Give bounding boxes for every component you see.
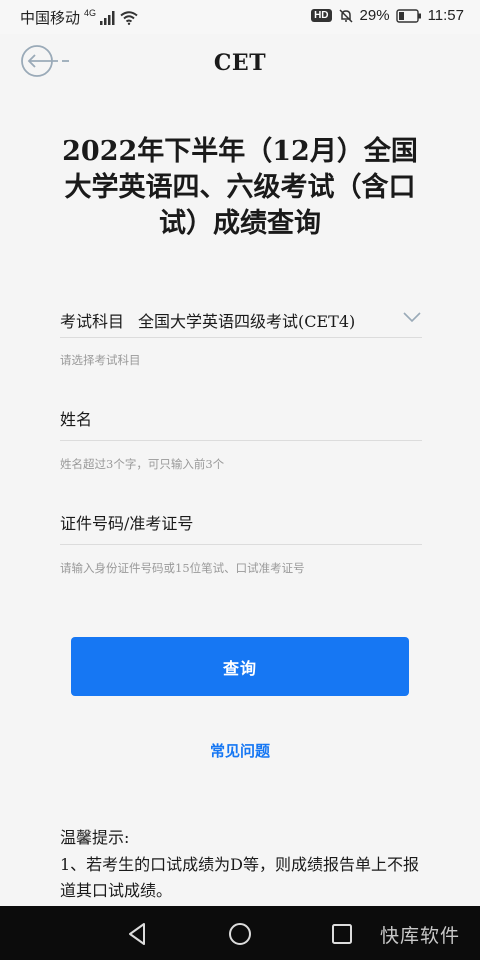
subject-hint: 请选择考试科目 (60, 353, 141, 367)
faq-link[interactable]: 常见问题 (0, 740, 480, 761)
nav-home-button[interactable] (226, 920, 254, 948)
chevron-down-icon (403, 312, 421, 323)
name-field[interactable]: 姓名 (60, 395, 422, 441)
header: CET (0, 34, 480, 92)
triangle-back-icon (129, 923, 145, 945)
page-title: CET (213, 50, 267, 76)
hd-badge: HD (311, 9, 332, 22)
name-label: 姓名 (60, 409, 93, 429)
tips-item: 1、若考生的口试成绩为D等，则成绩报告单上不报道其口试成绩。 (60, 855, 420, 900)
id-hint: 请输入身份证件号码或15位笔试、口试准考证号 (60, 561, 305, 575)
battery-percent: 29% (359, 7, 390, 24)
watermark: 快库软件 (379, 925, 460, 947)
circle-home-icon (229, 923, 251, 945)
nav-bar: 快库软件 (0, 906, 480, 960)
id-field[interactable]: 证件号码/准考证号 (60, 499, 422, 545)
wifi-icon (120, 10, 138, 25)
carrier-label: 中国移动 (20, 10, 81, 27)
network-type: 4G (84, 7, 97, 18)
subject-value: 全国大学英语四级考试(CET4) (138, 311, 356, 331)
status-bar: 中国移动 4G HD 29% 11:57 (0, 0, 480, 34)
nav-back-button[interactable] (124, 920, 152, 948)
nav-recents-button[interactable] (328, 920, 356, 948)
subject-select[interactable]: 考试科目 全国大学英语四级考试(CET4) (60, 302, 422, 338)
id-label: 证件号码/准考证号 (60, 513, 194, 533)
name-hint: 姓名超过3个字，可只输入前3个 (60, 457, 225, 471)
square-recents-icon (332, 924, 352, 944)
battery-icon (395, 8, 422, 23)
signal-icon (100, 10, 116, 25)
subject-label: 考试科目 (60, 311, 125, 331)
query-button[interactable]: 查询 (71, 637, 409, 696)
main-heading: 2022年下半年（12月）全国大学英语四、六级考试（含口试）成绩查询 (62, 136, 418, 239)
mute-bell-icon (338, 8, 354, 24)
tips-title: 温馨提示: (60, 828, 130, 847)
clock: 11:57 (427, 7, 464, 24)
